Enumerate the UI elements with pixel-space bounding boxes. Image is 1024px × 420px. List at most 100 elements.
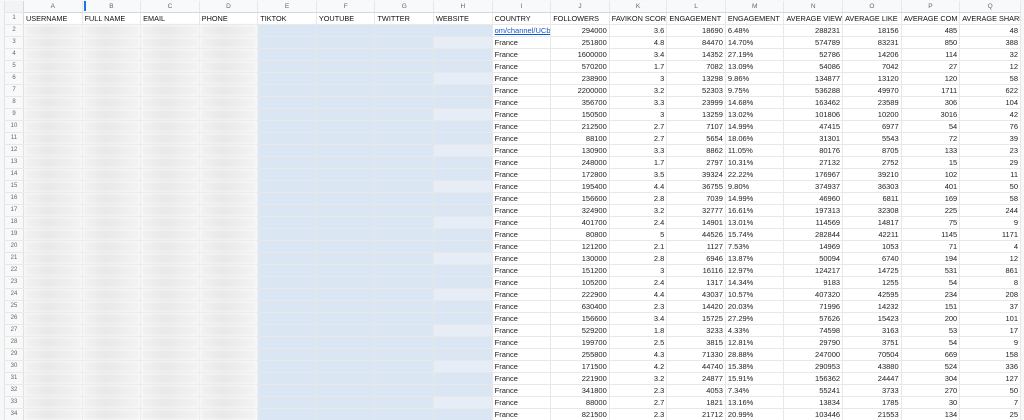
country-cell[interactable]: France — [492, 336, 552, 349]
header-cell[interactable]: YOUTUBE — [316, 12, 376, 25]
followers-cell[interactable]: 130000 — [550, 252, 610, 265]
average-shares-cell[interactable]: 7 — [959, 396, 1021, 409]
redacted-cell[interactable] — [199, 372, 259, 385]
redacted-cell[interactable] — [199, 108, 259, 121]
row-number[interactable]: 18 — [5, 216, 24, 229]
average-likes-cell[interactable]: 14725 — [842, 264, 902, 277]
redacted-cell[interactable] — [374, 36, 435, 49]
redacted-cell[interactable] — [199, 288, 259, 301]
average-comments-cell[interactable]: 27 — [901, 60, 961, 73]
redacted-cell[interactable] — [257, 60, 317, 73]
engagement-rate-cell[interactable]: 15.74% — [725, 228, 785, 241]
redacted-cell[interactable] — [199, 348, 259, 361]
engagement-rate-cell[interactable]: 14.34% — [725, 276, 785, 289]
row-number[interactable]: 12 — [5, 144, 24, 157]
redacted-cell[interactable] — [433, 360, 493, 373]
engagement-rate-cell[interactable]: 18.06% — [725, 132, 785, 145]
redacted-cell[interactable] — [433, 348, 493, 361]
row-number[interactable]: 6 — [5, 72, 24, 85]
row-number[interactable]: 9 — [5, 108, 24, 121]
spreadsheet-grid[interactable]: ABCDEFGHIJKLMNOPQ 1 USERNAME FULL NAME EMA… — [4, 1, 1021, 420]
average-views-cell[interactable]: 57626 — [783, 312, 844, 325]
average-comments-cell[interactable]: 850 — [901, 36, 961, 49]
engagement-rate-cell[interactable]: 9.80% — [725, 180, 785, 193]
average-likes-cell[interactable]: 3733 — [842, 384, 902, 397]
redacted-cell[interactable] — [140, 384, 200, 397]
average-likes-cell[interactable]: 39210 — [842, 168, 902, 181]
redacted-cell[interactable] — [82, 144, 142, 157]
favikon-score-cell[interactable]: 2.3 — [609, 384, 668, 397]
average-shares-cell[interactable]: 76 — [959, 120, 1021, 133]
favikon-score-cell[interactable]: 2.3 — [609, 300, 668, 313]
engagement-cell[interactable]: 14420 — [666, 300, 726, 313]
engagement-cell[interactable]: 1127 — [666, 240, 726, 253]
redacted-cell[interactable] — [374, 228, 435, 241]
average-shares-cell[interactable]: 42 — [959, 108, 1021, 121]
redacted-cell[interactable] — [23, 288, 83, 301]
column-letter-d[interactable]: D — [199, 1, 259, 13]
redacted-cell[interactable] — [82, 60, 142, 73]
average-comments-cell[interactable]: 30 — [901, 396, 961, 409]
favikon-score-cell[interactable]: 2.8 — [609, 192, 668, 205]
followers-cell[interactable]: 171500 — [550, 360, 610, 373]
redacted-cell[interactable] — [257, 276, 317, 289]
redacted-cell[interactable] — [140, 228, 200, 241]
engagement-cell[interactable]: 13259 — [666, 108, 726, 121]
average-views-cell[interactable]: 176967 — [783, 168, 844, 181]
favikon-score-cell[interactable]: 2.1 — [609, 240, 668, 253]
redacted-cell[interactable] — [316, 84, 376, 97]
average-comments-cell[interactable]: 401 — [901, 180, 961, 193]
redacted-cell[interactable] — [316, 72, 376, 85]
header-cell[interactable]: ENGAGEMENT — [666, 12, 726, 25]
redacted-cell[interactable] — [316, 252, 376, 265]
redacted-cell[interactable] — [82, 168, 142, 181]
followers-cell[interactable]: 255800 — [550, 348, 610, 361]
redacted-cell[interactable] — [316, 336, 376, 349]
followers-cell[interactable]: 150500 — [550, 108, 610, 121]
redacted-cell[interactable] — [257, 288, 317, 301]
average-likes-cell[interactable]: 21553 — [842, 408, 902, 420]
redacted-cell[interactable] — [82, 96, 142, 109]
average-views-cell[interactable]: 71996 — [783, 300, 844, 313]
redacted-cell[interactable] — [316, 324, 376, 337]
redacted-cell[interactable] — [23, 300, 83, 313]
average-views-cell[interactable]: 156362 — [783, 372, 844, 385]
redacted-cell[interactable] — [82, 252, 142, 265]
country-cell[interactable]: France — [492, 240, 552, 253]
average-shares-cell[interactable]: 50 — [959, 180, 1021, 193]
column-letter-l[interactable]: L — [666, 1, 726, 13]
average-likes-cell[interactable]: 36303 — [842, 180, 902, 193]
engagement-cell[interactable]: 13298 — [666, 72, 726, 85]
redacted-cell[interactable] — [23, 372, 83, 385]
average-views-cell[interactable]: 9183 — [783, 276, 844, 289]
redacted-cell[interactable] — [316, 348, 376, 361]
average-shares-cell[interactable]: 336 — [959, 360, 1021, 373]
row-number[interactable]: 10 — [5, 120, 24, 133]
redacted-cell[interactable] — [82, 300, 142, 313]
redacted-cell[interactable] — [316, 408, 376, 420]
redacted-cell[interactable] — [433, 84, 493, 97]
redacted-cell[interactable] — [82, 276, 142, 289]
redacted-cell[interactable] — [433, 216, 493, 229]
country-cell[interactable]: France — [492, 96, 552, 109]
redacted-cell[interactable] — [316, 24, 376, 37]
engagement-cell[interactable]: 8862 — [666, 144, 726, 157]
column-letter-g[interactable]: G — [374, 1, 435, 13]
favikon-score-cell[interactable]: 4.2 — [609, 360, 668, 373]
redacted-cell[interactable] — [199, 192, 259, 205]
country-cell[interactable]: France — [492, 384, 552, 397]
engagement-cell[interactable]: 2797 — [666, 156, 726, 169]
redacted-cell[interactable] — [140, 252, 200, 265]
followers-cell[interactable]: 1600000 — [550, 48, 610, 61]
redacted-cell[interactable] — [257, 132, 317, 145]
redacted-cell[interactable] — [433, 60, 493, 73]
engagement-rate-cell[interactable]: 16.61% — [725, 204, 785, 217]
average-likes-cell[interactable]: 42595 — [842, 288, 902, 301]
redacted-cell[interactable] — [82, 84, 142, 97]
country-cell[interactable]: France — [492, 312, 552, 325]
redacted-cell[interactable] — [257, 120, 317, 133]
country-cell[interactable]: France — [492, 372, 552, 385]
average-likes-cell[interactable]: 2752 — [842, 156, 902, 169]
country-cell[interactable]: France — [492, 300, 552, 313]
engagement-rate-cell[interactable]: 13.02% — [725, 108, 785, 121]
